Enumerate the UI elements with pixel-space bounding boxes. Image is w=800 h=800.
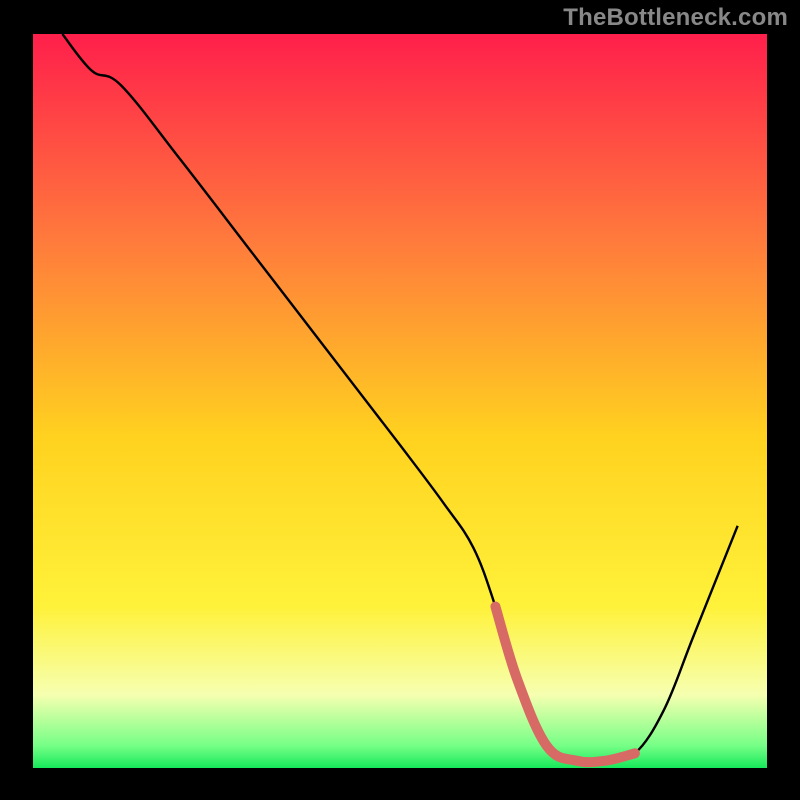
watermark-text: TheBottleneck.com (563, 4, 788, 32)
bottleneck-chart (0, 0, 800, 800)
chart-frame: TheBottleneck.com (0, 0, 800, 800)
plot-background (33, 34, 767, 768)
